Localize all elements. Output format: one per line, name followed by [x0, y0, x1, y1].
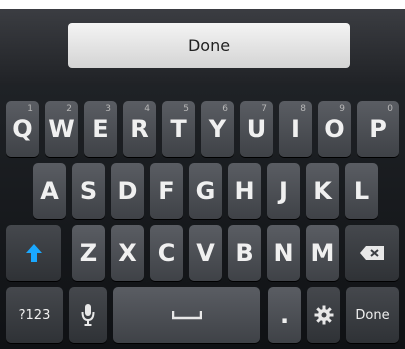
key-g[interactable]: G [189, 163, 222, 219]
key-hint: 4 [144, 104, 150, 114]
settings-key[interactable] [307, 287, 340, 343]
key-hint: 5 [183, 104, 189, 114]
key-label: Y [208, 115, 227, 143]
done-bar-button[interactable]: Done [68, 23, 350, 68]
key-b[interactable]: B [228, 225, 261, 281]
key-c[interactable]: C [150, 225, 183, 281]
key-s[interactable]: S [72, 163, 105, 219]
key-area: Q 1 W 2 E 3 R 4 T 5 Y 6 U 7 I 8 O 9 P 0 … [0, 85, 405, 349]
key-label: U [246, 115, 267, 143]
microphone-icon [81, 304, 95, 326]
keyboard-top-bar: Done [0, 9, 405, 85]
key-label: W [48, 115, 75, 143]
done-key[interactable]: Done [346, 287, 399, 343]
key-k[interactable]: K [306, 163, 339, 219]
key-e[interactable]: E 3 [84, 101, 117, 157]
key-v[interactable]: V [189, 225, 222, 281]
key-w[interactable]: W 2 [45, 101, 78, 157]
gear-icon [314, 305, 333, 325]
key-m[interactable]: M [306, 225, 339, 281]
space-key[interactable] [113, 287, 260, 343]
keyboard: Done Q 1 W 2 E 3 R 4 T 5 Y 6 U 7 I 8 O 9… [0, 9, 405, 349]
period-key[interactable]: . [268, 287, 301, 343]
key-hint: 8 [300, 104, 306, 114]
screen: Done Q 1 W 2 E 3 R 4 T 5 Y 6 U 7 I 8 O 9… [0, 0, 405, 349]
key-t[interactable]: T 5 [162, 101, 195, 157]
key-r[interactable]: R 4 [123, 101, 156, 157]
key-hint: 7 [261, 104, 267, 114]
shift-arrow-icon [25, 244, 42, 262]
key-f[interactable]: F [150, 163, 183, 219]
key-l[interactable]: L [345, 163, 378, 219]
key-label: T [170, 115, 187, 143]
key-hint: 2 [66, 104, 72, 114]
key-label: Q [12, 115, 33, 143]
key-j[interactable]: J [267, 163, 300, 219]
key-q[interactable]: Q 1 [6, 101, 39, 157]
key-n[interactable]: N [267, 225, 300, 281]
key-o[interactable]: O 9 [318, 101, 351, 157]
key-label: I [291, 115, 300, 143]
key-label: O [324, 115, 345, 143]
key-h[interactable]: H [228, 163, 261, 219]
key-y[interactable]: Y 6 [201, 101, 234, 157]
backspace-icon [360, 246, 384, 260]
key-hint: 1 [27, 104, 33, 114]
key-label: E [92, 115, 109, 143]
key-u[interactable]: U 7 [240, 101, 273, 157]
delete-key[interactable] [345, 225, 399, 281]
key-hint: 9 [339, 104, 345, 114]
key-d[interactable]: D [111, 163, 144, 219]
key-label: P [369, 115, 387, 143]
key-label: R [130, 115, 149, 143]
symbols-key[interactable]: ?123 [6, 287, 63, 343]
key-hint: 3 [105, 104, 111, 114]
shift-key[interactable] [6, 225, 61, 281]
space-bar-icon [171, 311, 202, 320]
key-z[interactable]: Z [72, 225, 105, 281]
key-hint: 0 [387, 104, 393, 114]
key-p[interactable]: P 0 [357, 101, 399, 157]
key-x[interactable]: X [111, 225, 144, 281]
key-hint: 6 [222, 104, 228, 114]
mic-key[interactable] [69, 287, 107, 343]
key-i[interactable]: I 8 [279, 101, 312, 157]
key-a[interactable]: A [33, 163, 66, 219]
